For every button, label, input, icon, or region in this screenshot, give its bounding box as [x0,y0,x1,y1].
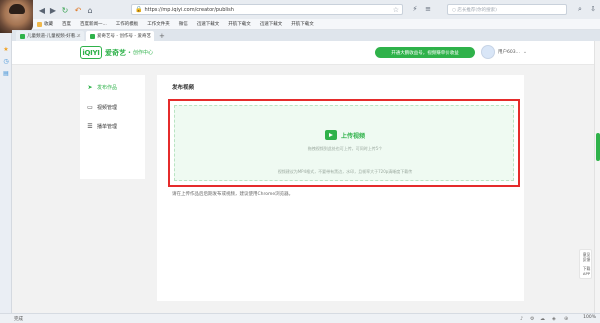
tab-strip: 儿童频道-儿童视频-好看... × 爱奇艺号 - 创作号 - 爱奇艺 × + [12,30,600,41]
bookmark-item[interactable]: 收藏 [37,21,53,27]
iqiyi-favicon-icon [20,33,25,39]
upload-rule: 视频建议为MP4格式，不要带有黑边，水印，且帧率大于720p清晰度下载传 [277,169,413,174]
gear-icon[interactable]: ⚙ [530,316,536,322]
sidebar-item-publish[interactable]: ➤ 发布作品 [87,84,117,91]
send-icon: ➤ [87,84,93,91]
list-icon: ☰ [87,123,93,130]
upload-button[interactable]: 上传视频 [175,130,515,140]
upload-label: 上传视频 [340,132,365,140]
chevron-down-icon[interactable]: ⌄ [523,49,527,55]
document-icon: ▭ [87,104,93,111]
main-panel: 发布视频 上传视频 拖拽视频到此处也可上传，可同时上传5个 视频建议为MP4格式… [157,75,524,301]
bookmark-item[interactable]: 工作的模板 [116,21,139,27]
bookmark-item[interactable]: 微信 [179,21,188,27]
page-scrollbar[interactable] [594,41,600,313]
bookmark-item[interactable]: 迅速下载文 [260,21,283,27]
bookmark-item[interactable]: 百度 [62,21,71,27]
bookmark-star-icon[interactable]: ☆ [393,6,399,14]
user-name: 用户603... [498,50,520,55]
close-icon[interactable]: × [147,33,151,39]
shield-icon[interactable]: ◈ [552,316,558,322]
scrollbar-thumb[interactable] [596,133,600,161]
user-menu[interactable]: 用户603... ⌄ [481,45,527,59]
sidebar-item-playlist-manage[interactable]: ☰ 播单管理 [87,123,117,130]
bookmark-item[interactable]: 工作文件夹 [147,21,170,27]
back-icon[interactable]: ◀ [37,5,47,15]
tab-creator-center[interactable]: 爱奇艺号 - 创作号 - 爱奇艺 × [86,31,154,41]
refresh-icon[interactable]: ↻ [60,5,70,15]
upload-hint: 拖拽视频到此处也可上传，可同时上传5个 [307,146,383,151]
sidebar-item-label: 视频管理 [97,105,118,111]
close-icon[interactable]: × [77,33,81,39]
page-title: 发布视频 [172,85,195,91]
sidebar-item-video-manage[interactable]: ▭ 视频管理 [87,104,117,111]
download-icon[interactable]: ⇩ [588,4,598,14]
bookmarks-bar: 收藏 百度 百度新闻一... 工作的模板 工作文件夹 微信 迅速下载文 开航下载… [33,19,600,30]
browser-window: ◀ ▶ ↻ ↶ ⌂ 🔒 https://mp.iqiyi.com/creator… [0,0,600,323]
iqiyi-favicon-icon [90,33,95,39]
star-icon[interactable]: ★ [2,45,10,53]
browser-toolbar: ◀ ▶ ↻ ↶ ⌂ 🔒 https://mp.iqiyi.com/creator… [33,0,600,19]
tab-kids-channel[interactable]: 儿童频道-儿童视频-好看... × [16,31,84,41]
bookmark-item[interactable]: 迅速下载文 [197,21,220,27]
new-tab-icon[interactable]: + [159,32,165,40]
undo-icon[interactable]: ↶ [73,5,83,15]
status-bar: 完成 ♪ ⚙ ☁ ◈ ⊕ 100% [0,313,600,323]
feedback-download-panel: 意见 反馈 下载 APP [579,249,592,279]
lock-icon: 🔒 [135,6,143,13]
browser-side-rail: ★ ◷ ▤ [0,33,12,313]
star-icon [37,21,42,27]
search-input[interactable]: ○ 店长推荐(你的搜索) [447,4,567,15]
sidebar-item-label: 发布作品 [97,85,118,91]
site-header: iQIYI 爱奇艺 • 创作中心 开通大鹏收益号，视频赚单价收益 用户603..… [12,41,594,65]
menu-icon[interactable]: ≡ [423,4,433,14]
home-icon[interactable]: ⌂ [85,5,95,15]
iqiyi-logo[interactable]: iQIYI 爱奇艺 • 创作中心 [80,46,153,59]
zoom-icon[interactable]: ⊕ [564,316,570,322]
cloud-icon[interactable]: ☁ [540,316,546,322]
address-bar[interactable]: 🔒 https://mp.iqiyi.com/creator/publish ☆ [131,4,403,15]
user-avatar-photo[interactable] [0,0,33,33]
bookmark-item[interactable]: 百度新闻一... [80,21,107,27]
feedback-link-line2[interactable]: 反馈 [580,257,593,262]
sidebar-item-label: 播单管理 [97,124,118,130]
address-url: https://mp.iqiyi.com/creator/publish [144,6,234,13]
logo-mark: iQIYI [80,46,102,59]
download-app-line2[interactable]: APP [580,271,593,276]
speaker-icon[interactable]: ♪ [520,316,526,322]
promo-button[interactable]: 开通大鹏收益号，视频赚单价收益 [375,47,475,58]
clock-icon[interactable]: ◷ [2,57,10,65]
status-text: 完成 [14,316,23,322]
bookmark-item[interactable]: 开航下载文 [291,21,314,27]
brand-dot: • [128,49,131,56]
note-icon[interactable]: ▤ [2,69,10,77]
brand-subtitle: 创作中心 [132,50,153,56]
avatar[interactable] [481,45,495,59]
bookmark-item[interactable]: 开航下载文 [228,21,251,27]
browser-tip: 请在上传作品后后期发布或视频，建议使用Chrome浏览器。 [172,192,294,197]
forward-icon[interactable]: ▶ [48,5,58,15]
lightning-icon[interactable]: ⚡ [410,4,420,14]
upload-highlight-box: 上传视频 拖拽视频到此处也可上传，可同时上传5个 视频建议为MP4格式，不要带有… [168,99,520,187]
page-viewport: iQIYI 爱奇艺 • 创作中心 开通大鹏收益号，视频赚单价收益 用户603..… [12,41,594,313]
brand-name: 爱奇艺 [105,48,126,57]
upload-dropzone[interactable]: 上传视频 拖拽视频到此处也可上传，可同时上传5个 视频建议为MP4格式，不要带有… [174,105,514,181]
zoom-level[interactable]: 100% [583,315,596,320]
search-icon[interactable]: ⌕ [575,4,585,14]
play-icon [324,130,337,140]
creator-sidebar: ➤ 发布作品 ▭ 视频管理 ☰ 播单管理 [80,75,145,179]
search-placeholder: ○ 店长推荐(你的搜索) [452,7,497,13]
